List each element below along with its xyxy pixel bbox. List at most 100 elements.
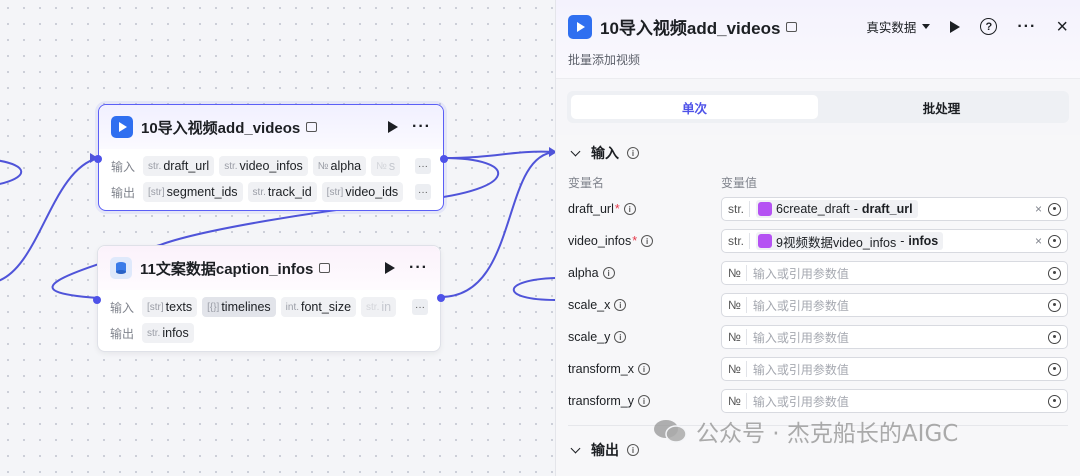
param-type: № bbox=[728, 297, 747, 313]
more-options-button[interactable]: ··· bbox=[1017, 18, 1036, 34]
info-icon[interactable]: i bbox=[638, 363, 650, 375]
clear-icon[interactable]: × bbox=[1035, 202, 1042, 216]
run-node-button[interactable] bbox=[388, 121, 399, 133]
plugin-cube-icon bbox=[758, 234, 773, 248]
plugin-badge-icon bbox=[306, 122, 318, 132]
input-chip: int. font_size bbox=[280, 297, 357, 317]
param-name: transform_x bbox=[568, 362, 634, 376]
tab-single[interactable]: 单次 bbox=[571, 95, 818, 119]
info-icon[interactable]: i bbox=[638, 395, 650, 407]
plugin-badge-icon bbox=[786, 21, 798, 32]
input-chip: str. in bbox=[361, 297, 397, 317]
node-detail-panel: 10导入视频add_videos 真实数据 ? ··· × 批量添加视频 单次 … bbox=[555, 0, 1080, 476]
reference-target-icon[interactable] bbox=[1048, 202, 1061, 216]
run-node-button[interactable] bbox=[385, 262, 396, 274]
info-icon[interactable]: i bbox=[641, 235, 654, 247]
param-type: № bbox=[728, 329, 747, 345]
watermark-text: 公众号 · 杰克船长的AIGC bbox=[696, 421, 959, 447]
param-value-field[interactable]: № 输入或引用参数值 bbox=[721, 293, 1068, 317]
node-output-row: 输出 str. infos bbox=[98, 320, 440, 346]
more-options-button[interactable]: ··· bbox=[409, 260, 428, 276]
expand-inputs-button[interactable]: ··· bbox=[412, 299, 428, 315]
edge-left-to-video bbox=[0, 157, 99, 282]
run-mode-tabs: 单次 批处理 bbox=[567, 91, 1069, 123]
edge-panel-loop bbox=[512, 277, 556, 301]
chevron-down-icon bbox=[570, 146, 581, 157]
reference-target-icon[interactable] bbox=[1048, 266, 1061, 280]
output-port[interactable] bbox=[437, 294, 445, 302]
input-label: 输入 bbox=[111, 159, 136, 174]
input-port[interactable] bbox=[94, 155, 102, 163]
param-value-field[interactable]: № 输入或引用参数值 bbox=[721, 325, 1068, 349]
info-icon[interactable]: i bbox=[627, 444, 639, 456]
watermark: 公众号 · 杰克船长的AIGC bbox=[652, 414, 958, 448]
reference-target-icon[interactable] bbox=[1048, 362, 1061, 376]
plugin-cube-icon bbox=[758, 202, 773, 216]
param-value-field[interactable]: str. 9视频数据video_infos - infos × bbox=[721, 229, 1068, 253]
reference-target-icon[interactable] bbox=[1048, 330, 1061, 344]
info-icon[interactable]: i bbox=[602, 267, 615, 279]
node-add-videos[interactable]: 10导入视频add_videos ··· 输入 str. draft_url st… bbox=[94, 104, 448, 211]
required-mark: * bbox=[632, 234, 638, 248]
param-value-field[interactable]: № 输入或引用参数值 bbox=[721, 261, 1068, 285]
node-input-row: 输入 [str] texts [{}] timelines int. font_siz… bbox=[98, 294, 440, 320]
param-row: scale_x i № 输入或引用参数值 bbox=[568, 289, 1068, 321]
expand-outputs-button[interactable]: ··· bbox=[415, 184, 431, 200]
run-button[interactable] bbox=[950, 20, 961, 33]
reference-target-icon[interactable] bbox=[1048, 394, 1061, 408]
tab-batch[interactable]: 批处理 bbox=[818, 95, 1065, 119]
more-options-button[interactable]: ··· bbox=[412, 119, 431, 135]
node-caption-infos[interactable]: 11文案数据caption_infos ··· 输入 [str] texts [{… bbox=[93, 245, 445, 352]
clear-icon[interactable]: × bbox=[1035, 234, 1042, 248]
output-chip: [str] video_ids bbox=[321, 182, 404, 202]
input-chip: [{}] timelines bbox=[202, 297, 276, 317]
required-mark: * bbox=[614, 202, 620, 216]
info-icon[interactable]: i bbox=[614, 299, 627, 311]
plugin-badge-icon bbox=[319, 263, 331, 273]
param-type: № bbox=[728, 393, 747, 409]
section-title: 输入 bbox=[591, 145, 619, 161]
param-value-field[interactable]: № 输入或引用参数值 bbox=[721, 389, 1068, 413]
col-name-header: 变量名 bbox=[568, 175, 605, 190]
node-input-row: 输入 str. draft_url str. video_infos № alpha … bbox=[99, 153, 443, 179]
close-icon[interactable]: × bbox=[1056, 17, 1068, 37]
placeholder: 输入或引用参数值 bbox=[752, 362, 849, 377]
info-icon[interactable]: i bbox=[614, 331, 627, 343]
help-icon[interactable]: ? bbox=[980, 18, 998, 35]
param-name: scale_y bbox=[568, 330, 611, 344]
info-icon[interactable]: i bbox=[627, 147, 639, 159]
output-chip: [str] segment_ids bbox=[143, 182, 243, 202]
node-title: 10导入视频add_videos bbox=[141, 119, 301, 137]
expand-inputs-button[interactable]: ··· bbox=[415, 158, 431, 174]
reference-target-icon[interactable] bbox=[1048, 298, 1061, 312]
param-value-field[interactable]: str. 6create_draft - draft_url × bbox=[721, 197, 1068, 221]
input-chip: str. video_infos bbox=[219, 156, 308, 176]
reference-tag[interactable]: 9视频数据video_infos - infos bbox=[756, 232, 944, 250]
video-plugin-icon bbox=[568, 14, 592, 39]
section-title: 输出 bbox=[591, 442, 619, 458]
param-row: video_infos * i str. 9视频数据video_infos - in… bbox=[568, 225, 1068, 257]
chevron-down-icon bbox=[922, 24, 931, 29]
input-port[interactable] bbox=[93, 296, 101, 304]
output-chip: str. track_id bbox=[247, 182, 317, 202]
panel-subtitle: 批量添加视频 bbox=[568, 53, 641, 67]
placeholder: 输入或引用参数值 bbox=[752, 394, 849, 409]
param-type: str. bbox=[728, 233, 751, 249]
param-type: str. bbox=[728, 201, 751, 217]
reference-target-icon[interactable] bbox=[1048, 234, 1061, 248]
column-headers: 变量名 变量值 bbox=[568, 171, 1068, 193]
data-mode-dropdown[interactable]: 真实数据 bbox=[866, 17, 931, 36]
output-port[interactable] bbox=[440, 155, 448, 163]
node-header: 11文案数据caption_infos ··· bbox=[98, 246, 440, 290]
param-value-field[interactable]: № 输入或引用参数值 bbox=[721, 357, 1068, 381]
edge-caption-to-panel bbox=[440, 151, 556, 298]
chevron-down-icon bbox=[570, 443, 581, 454]
info-icon[interactable]: i bbox=[623, 203, 636, 215]
reference-tag[interactable]: 6create_draft - draft_url bbox=[756, 200, 918, 218]
input-section-header[interactable]: 输入 i bbox=[568, 135, 1068, 171]
node-output-row: 输出 [str] segment_ids str. track_id [str] vi… bbox=[99, 179, 443, 205]
param-name: draft_url bbox=[568, 202, 614, 216]
placeholder: 输入或引用参数值 bbox=[752, 266, 849, 281]
input-chip: [str] texts bbox=[142, 297, 198, 317]
edge-left-out bbox=[0, 159, 23, 185]
